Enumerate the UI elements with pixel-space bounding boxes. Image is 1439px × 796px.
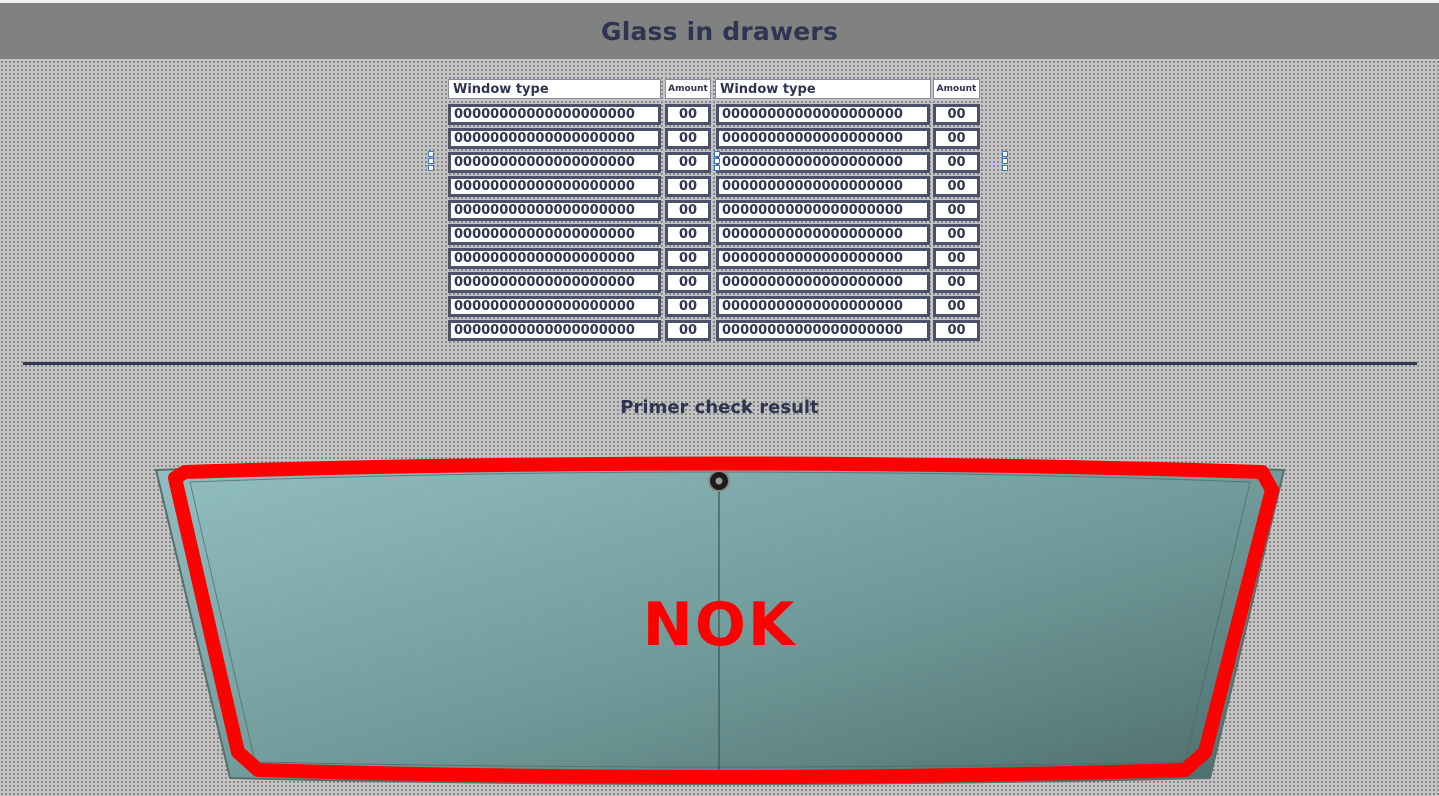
windshield-graphic <box>154 456 1286 785</box>
primer-result-status: NOK <box>642 590 797 660</box>
